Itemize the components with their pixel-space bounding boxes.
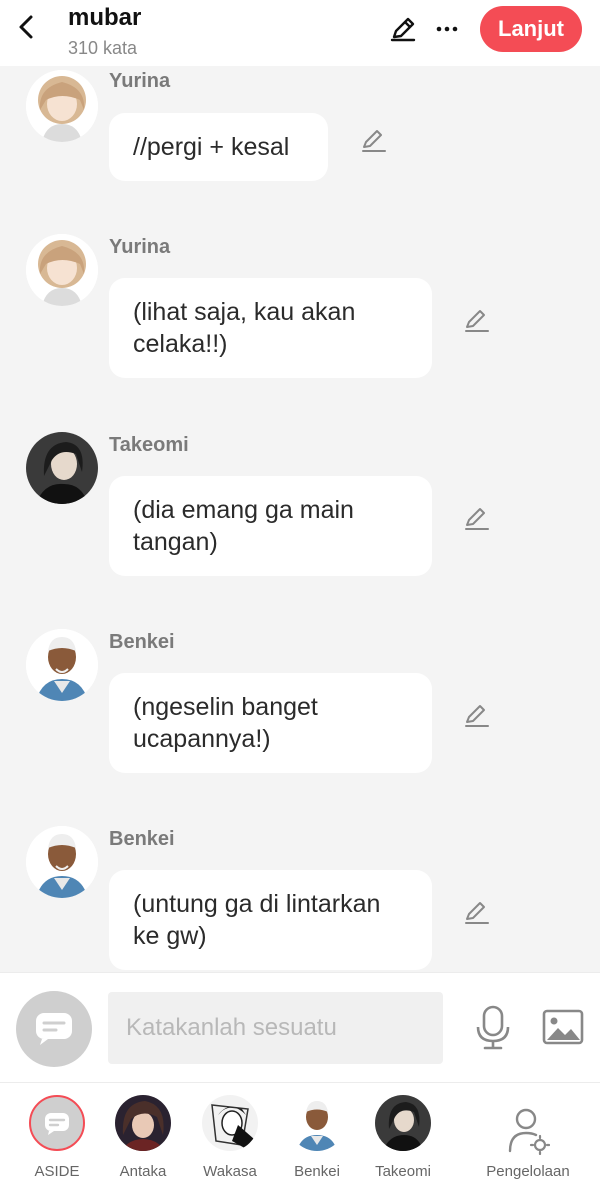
avatar-benkei-image [26, 826, 98, 898]
story-title: mubar [68, 4, 142, 31]
character-bar: ASIDE Antaka Wakasa Benkei Takeomi Penge… [0, 1082, 600, 1191]
chat-bubble-icon [36, 1013, 72, 1045]
pen-icon[interactable] [388, 14, 418, 44]
message-bubble[interactable]: (lihat saja, kau akan celaka!!) [109, 278, 432, 378]
avatar-takeomi-image [26, 432, 98, 504]
aside-avatar [29, 1095, 85, 1151]
message-bubble[interactable]: //pergi + kesal [109, 113, 328, 181]
avatar-takeomi-image [375, 1095, 431, 1151]
avatar-yurina-image [26, 70, 98, 142]
avatar-benkei[interactable] [26, 826, 98, 898]
avatar-antaka [115, 1095, 171, 1151]
nav-item-aside[interactable]: ASIDE [7, 1083, 107, 1191]
back-icon[interactable] [14, 14, 40, 40]
message-list[interactable]: Yurina //pergi + kesal Yurina (lihat saj… [0, 66, 600, 972]
more-icon[interactable] [432, 14, 462, 44]
avatar-antaka-image [115, 1095, 171, 1151]
nav-item-benkei[interactable]: Benkei [267, 1083, 367, 1191]
avatar-benkei[interactable] [26, 629, 98, 701]
speaker-name: Yurina [109, 236, 171, 258]
nav-label: Benkei [294, 1163, 340, 1180]
nav-label: Wakasa [203, 1163, 257, 1180]
composer-bar [0, 972, 600, 1083]
edit-icon[interactable] [463, 504, 491, 532]
message-bubble[interactable]: (untung ga di lintarkan ke gw) [109, 870, 432, 970]
avatar-yurina[interactable] [26, 70, 98, 142]
avatar-wakasa-image [202, 1095, 258, 1151]
message-input[interactable] [108, 992, 443, 1064]
avatar-benkei [289, 1095, 345, 1151]
message-bubble[interactable]: (dia emang ga main tangan) [109, 476, 432, 576]
chat-mode-button[interactable] [16, 991, 92, 1067]
top-app-bar: mubar 310 kata Lanjut [0, 0, 600, 66]
avatar-takeomi [375, 1095, 431, 1151]
avatar-benkei-image [26, 629, 98, 701]
nav-item-management[interactable]: Pengelolaan [478, 1083, 578, 1191]
speaker-name: Yurina [109, 70, 171, 92]
edit-icon[interactable] [360, 126, 388, 154]
nav-label: Takeomi [375, 1163, 431, 1180]
edit-icon[interactable] [463, 898, 491, 926]
message-bubble[interactable]: (ngeselin banget ucapannya!) [109, 673, 432, 773]
chat-bubble-icon [45, 1113, 69, 1135]
nav-label: Antaka [119, 1163, 167, 1180]
user-settings-icon [508, 1108, 550, 1155]
nav-item-takeomi[interactable]: Takeomi [353, 1083, 453, 1191]
avatar-benkei-image [289, 1095, 345, 1151]
edit-icon[interactable] [463, 701, 491, 729]
word-count: 310 kata [68, 38, 138, 58]
nav-label: ASIDE [34, 1163, 80, 1180]
avatar-wakasa [202, 1095, 258, 1151]
speaker-name: Benkei [109, 828, 175, 850]
image-icon[interactable] [542, 1009, 584, 1045]
avatar-yurina[interactable] [26, 234, 98, 306]
nav-item-antaka[interactable]: Antaka [93, 1083, 193, 1191]
avatar-yurina-image [26, 234, 98, 306]
microphone-icon[interactable] [474, 1005, 512, 1051]
nav-label: Pengelolaan [486, 1163, 570, 1180]
nav-item-wakasa[interactable]: Wakasa [180, 1083, 280, 1191]
edit-icon[interactable] [463, 306, 491, 334]
next-button[interactable]: Lanjut [480, 6, 582, 52]
speaker-name: Takeomi [109, 434, 189, 456]
avatar-takeomi[interactable] [26, 432, 98, 504]
speaker-name: Benkei [109, 631, 175, 653]
